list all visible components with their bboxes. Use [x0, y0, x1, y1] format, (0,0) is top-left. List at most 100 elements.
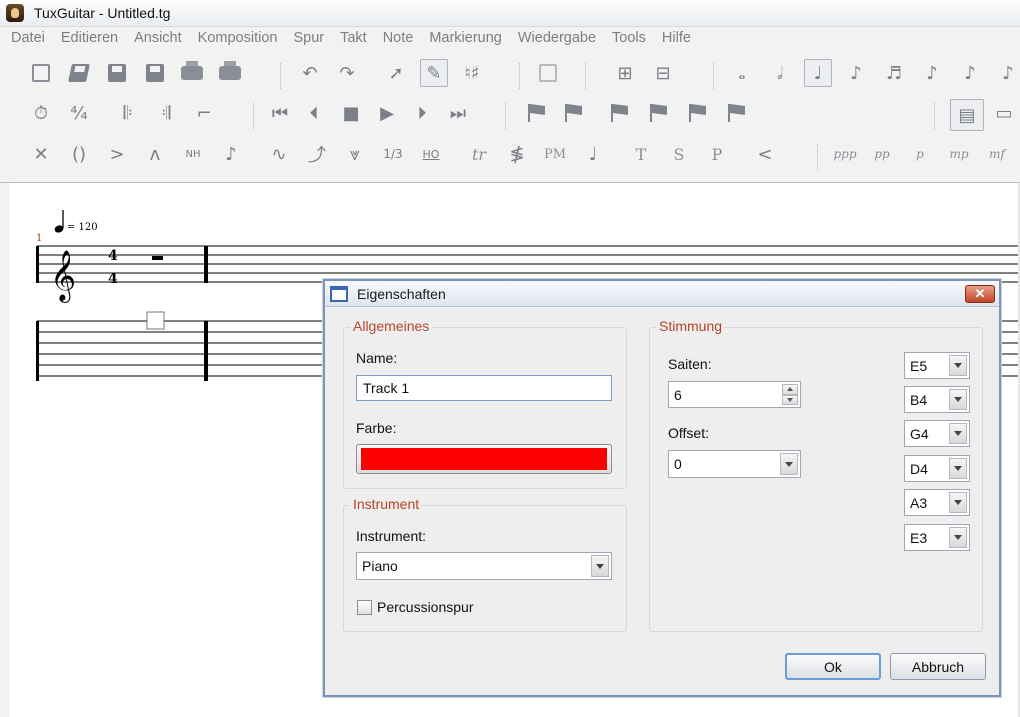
- tempo-clock-icon[interactable]: ⏱: [27, 99, 55, 127]
- document-icon[interactable]: [534, 59, 562, 87]
- marker-flag-icon[interactable]: [683, 99, 711, 127]
- eighth-note-icon[interactable]: ♪: [842, 59, 870, 87]
- dynamic-p-button[interactable]: p: [906, 140, 934, 168]
- menu-datei[interactable]: Datei: [11, 30, 45, 46]
- save-as-icon[interactable]: [141, 59, 169, 87]
- vibrato-icon[interactable]: ∿: [265, 140, 293, 168]
- color-picker-button[interactable]: [356, 444, 612, 474]
- time-signature-icon[interactable]: ⁴⁄₄: [65, 99, 93, 127]
- last-measure-icon[interactable]: ⏭: [444, 99, 472, 127]
- tab-cursor[interactable]: [146, 311, 165, 330]
- string-1-select[interactable]: E5: [904, 352, 970, 379]
- first-measure-icon[interactable]: ⏮: [266, 99, 294, 127]
- spinner-up-icon[interactable]: [782, 384, 798, 395]
- redo-icon[interactable]: ↷: [333, 59, 361, 87]
- insert-measure-icon[interactable]: ⊞: [611, 59, 639, 87]
- staccato-icon[interactable]: ♩: [579, 140, 607, 168]
- string-4-select[interactable]: D4: [904, 455, 970, 482]
- percussion-checkbox[interactable]: [357, 600, 372, 615]
- play-icon[interactable]: ▶: [373, 99, 401, 127]
- string-2-select[interactable]: B4: [904, 386, 970, 413]
- chevron-down-icon[interactable]: [949, 458, 967, 479]
- dynamic-mp-button[interactable]: mp: [945, 140, 973, 168]
- tremolo-bar-icon[interactable]: ⩔: [341, 140, 369, 168]
- repeat-close-icon[interactable]: 𝄇: [152, 99, 180, 127]
- trill-icon[interactable]: tr: [465, 140, 493, 168]
- dynamic-ppp-button[interactable]: ppp: [831, 140, 859, 168]
- hundred-twenty-eighth-note-icon[interactable]: ♪: [994, 59, 1020, 87]
- marker-flag-icon[interactable]: [722, 99, 750, 127]
- marker-flag-icon[interactable]: [644, 99, 672, 127]
- stop-icon[interactable]: ■: [337, 99, 365, 127]
- quarter-note-icon[interactable]: ♩: [804, 59, 832, 87]
- name-input[interactable]: Track 1: [356, 375, 612, 401]
- string-3-select[interactable]: G4: [904, 420, 970, 447]
- hammer-on-icon[interactable]: HO: [417, 140, 445, 168]
- sixteenth-note-icon[interactable]: ♬: [880, 59, 908, 87]
- menu-hilfe[interactable]: Hilfe: [662, 30, 691, 46]
- tremolo-picking-icon[interactable]: ≸: [503, 140, 531, 168]
- save-icon[interactable]: [103, 59, 131, 87]
- chevron-down-icon[interactable]: [949, 492, 967, 513]
- marker-flag-icon[interactable]: [522, 99, 550, 127]
- grace-note-icon[interactable]: ♪: [217, 140, 245, 168]
- next-measure-icon[interactable]: ⏵: [408, 99, 436, 127]
- heavy-accent-icon[interactable]: ʌ: [141, 140, 169, 168]
- sixty-fourth-note-icon[interactable]: ♪: [956, 59, 984, 87]
- offset-select[interactable]: 0: [668, 450, 801, 478]
- menu-tools[interactable]: Tools: [612, 30, 646, 46]
- spinner-down-icon[interactable]: [782, 394, 798, 405]
- strings-spinner[interactable]: 6: [668, 381, 801, 408]
- marker-flag-icon[interactable]: [605, 99, 633, 127]
- menu-markierung[interactable]: Markierung: [429, 30, 502, 46]
- edit-mode-icon[interactable]: ✎: [420, 59, 448, 87]
- new-file-icon[interactable]: [27, 59, 55, 87]
- dynamic-pp-button[interactable]: pp: [868, 140, 896, 168]
- ghost-note-icon[interactable]: (): [65, 140, 93, 168]
- menu-wiedergabe[interactable]: Wiedergabe: [518, 30, 596, 46]
- previous-measure-icon[interactable]: ⏴: [300, 99, 328, 127]
- popping-icon[interactable]: P: [703, 140, 731, 168]
- marker-flag-icon[interactable]: [559, 99, 587, 127]
- menu-komposition[interactable]: Komposition: [198, 30, 278, 46]
- close-icon[interactable]: ✕: [965, 285, 995, 303]
- natural-key-icon[interactable]: ♮♯: [458, 59, 486, 87]
- menu-note[interactable]: Note: [383, 30, 414, 46]
- open-file-icon[interactable]: [65, 59, 93, 87]
- tapping-icon[interactable]: T: [627, 140, 655, 168]
- string-6-select[interactable]: E3: [904, 524, 970, 551]
- string-5-select[interactable]: A3: [904, 489, 970, 516]
- undo-icon[interactable]: ↶: [296, 59, 324, 87]
- palm-mute-icon[interactable]: PM: [541, 140, 569, 168]
- chevron-down-icon[interactable]: [949, 389, 967, 410]
- bend-icon[interactable]: ⤴: [303, 140, 331, 168]
- thirty-second-note-icon[interactable]: ♪: [918, 59, 946, 87]
- chevron-down-icon[interactable]: [949, 423, 967, 444]
- chevron-down-icon[interactable]: [780, 453, 798, 475]
- menu-ansicht[interactable]: Ansicht: [134, 30, 182, 46]
- dynamic-mf-button[interactable]: mf: [983, 140, 1011, 168]
- select-cursor-icon[interactable]: ➚: [382, 59, 410, 87]
- tuplet-icon[interactable]: 1/3: [379, 140, 407, 168]
- dead-note-icon[interactable]: ✕: [27, 140, 55, 168]
- half-note-icon[interactable]: 𝅗𝅥: [766, 59, 794, 87]
- fade-in-icon[interactable]: <: [751, 140, 779, 168]
- menu-editieren[interactable]: Editieren: [61, 30, 118, 46]
- mixer-icon[interactable]: ▤: [950, 99, 984, 131]
- menu-takt[interactable]: Takt: [340, 30, 367, 46]
- menu-spur[interactable]: Spur: [293, 30, 324, 46]
- repeat-open-icon[interactable]: 𝄆: [114, 99, 142, 127]
- cancel-button[interactable]: Abbruch: [890, 653, 986, 680]
- whole-note-icon[interactable]: 𝅝: [728, 59, 756, 87]
- ok-button[interactable]: Ok: [785, 653, 881, 680]
- print-icon[interactable]: [178, 59, 206, 87]
- chevron-down-icon[interactable]: [949, 355, 967, 376]
- remove-measure-icon[interactable]: ⊟: [649, 59, 677, 87]
- dialog-title-bar[interactable]: Eigenschaften ✕: [325, 281, 999, 307]
- instrument-select[interactable]: Piano: [356, 552, 612, 580]
- harmonic-icon[interactable]: NH: [179, 140, 207, 168]
- chevron-down-icon[interactable]: [591, 555, 609, 577]
- accent-icon[interactable]: >: [103, 140, 131, 168]
- chevron-down-icon[interactable]: [949, 527, 967, 548]
- print-preview-icon[interactable]: [216, 59, 244, 87]
